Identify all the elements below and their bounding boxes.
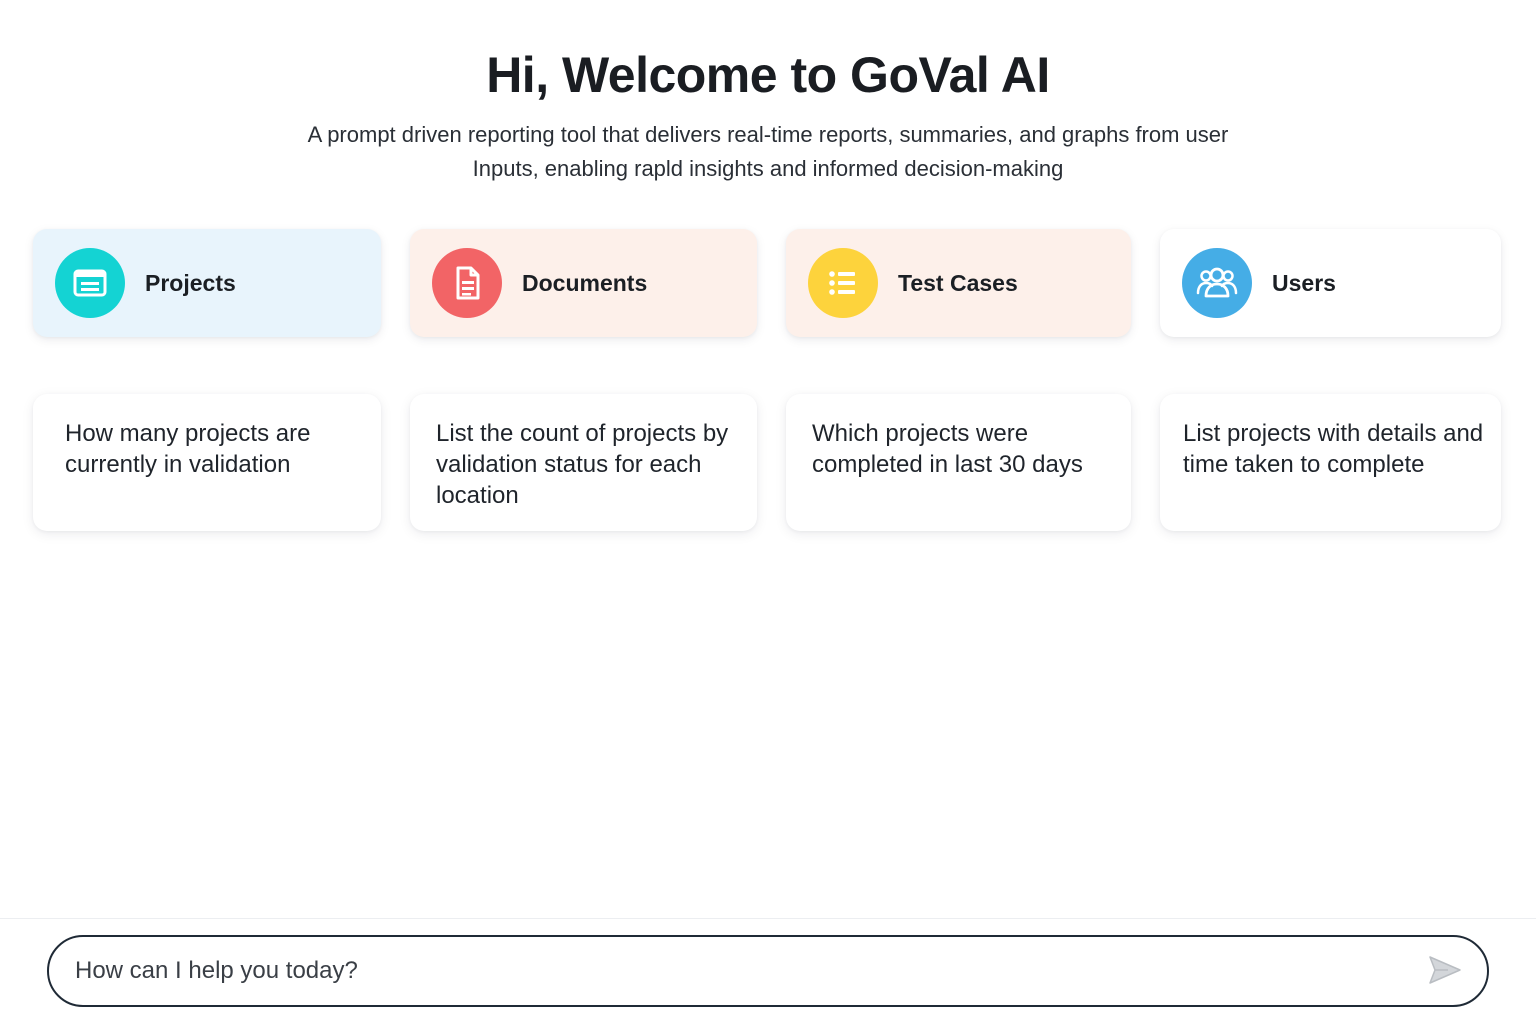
- subtitle-line-1: A prompt driven reporting tool that deli…: [307, 122, 1229, 147]
- page-subtitle: A prompt driven reporting tool that deli…: [278, 118, 1258, 186]
- suggested-prompt-card[interactable]: Which projects were completed in last 30…: [786, 394, 1131, 531]
- chat-input[interactable]: [75, 957, 1423, 985]
- send-button[interactable]: [1423, 949, 1467, 993]
- suggested-prompt-card[interactable]: How many projects are currently in valid…: [33, 394, 381, 531]
- send-icon: [1428, 955, 1462, 988]
- suggested-prompt-card[interactable]: List the count of projects by validation…: [410, 394, 757, 531]
- home-page: Hi, Welcome to GoVal AI A prompt driven …: [0, 0, 1536, 1024]
- suggested-prompt-card[interactable]: List projects with details and time take…: [1160, 394, 1501, 531]
- category-label: Test Cases: [898, 269, 1018, 296]
- page-title: Hi, Welcome to GoVal AI: [486, 47, 1050, 103]
- category-card-test-cases[interactable]: Test Cases: [786, 229, 1131, 337]
- category-label: Documents: [522, 269, 648, 296]
- projects-icon: [55, 248, 125, 318]
- users-icon: [1182, 248, 1252, 318]
- document-icon: [432, 248, 502, 318]
- chat-input-bar: [47, 935, 1489, 1007]
- category-card-documents[interactable]: Documents: [410, 229, 757, 337]
- category-cards: Projects Documents Test Cases Users: [33, 229, 1501, 337]
- footer-divider: [0, 918, 1536, 919]
- suggested-prompts: How many projects are currently in valid…: [33, 394, 1501, 531]
- subtitle-line-2: Inputs, enabling rapld insights and info…: [472, 156, 1064, 181]
- category-card-users[interactable]: Users: [1160, 229, 1501, 337]
- category-card-projects[interactable]: Projects: [33, 229, 381, 337]
- hero-section: Hi, Welcome to GoVal AI A prompt driven …: [0, 44, 1536, 186]
- list-icon: [808, 248, 878, 318]
- category-label: Projects: [145, 269, 236, 296]
- category-label: Users: [1272, 269, 1336, 296]
